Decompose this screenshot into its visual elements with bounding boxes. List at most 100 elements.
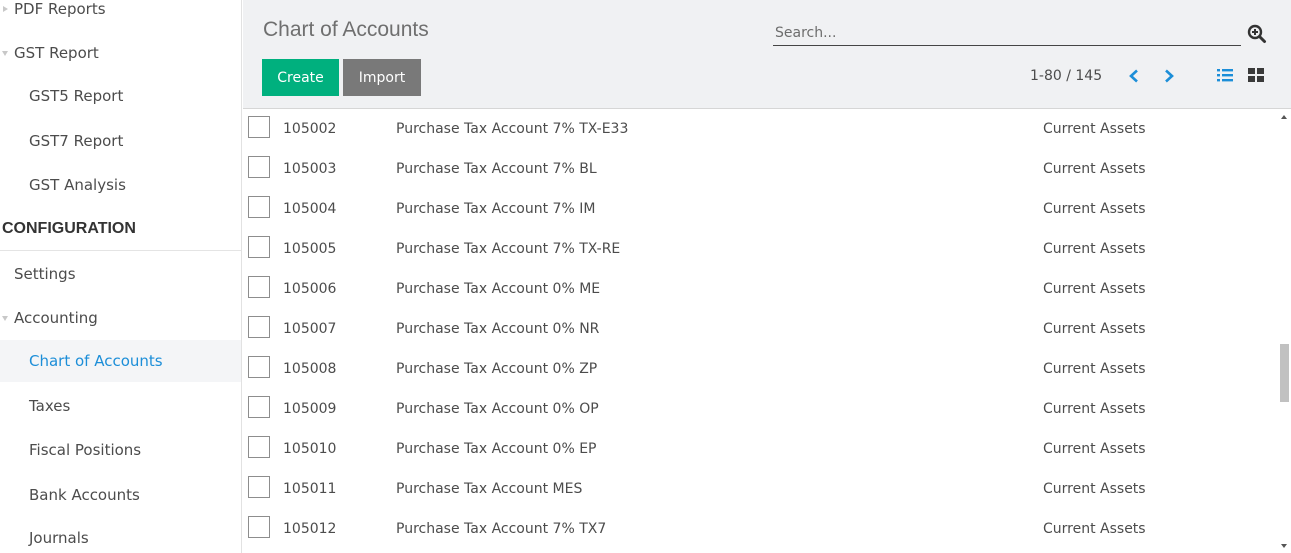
sidebar-item-gst7-report[interactable]: GST7 Report: [0, 121, 241, 161]
table-row[interactable]: 105009 Purchase Tax Account 0% OP Curren…: [243, 390, 1277, 430]
account-code: 105011: [283, 481, 337, 497]
sidebar-item-chart-of-accounts[interactable]: Chart of Accounts: [0, 340, 241, 382]
sidebar-item-bank-accounts[interactable]: Bank Accounts: [0, 475, 241, 515]
scroll-up-arrow-icon[interactable]: [1281, 115, 1287, 119]
sidebar-item-journals[interactable]: Journals: [0, 518, 241, 553]
account-code: 105005: [283, 241, 337, 257]
sidebar-item-label: GST Analysis: [29, 176, 126, 194]
row-checkbox[interactable]: [248, 476, 270, 498]
account-name: Purchase Tax Account 7% TX-RE: [396, 241, 621, 257]
table-row[interactable]: 105007 Purchase Tax Account 0% NR Curren…: [243, 310, 1277, 350]
page-title: Chart of Accounts: [263, 18, 429, 41]
sidebar-item-label: Accounting: [14, 309, 98, 327]
account-code: 105006: [283, 281, 337, 297]
account-code: 105009: [283, 401, 337, 417]
account-name: Purchase Tax Account 7% BL: [396, 161, 597, 177]
account-name: Purchase Tax Account 0% ZP: [396, 361, 598, 377]
sidebar-item-gst-report[interactable]: GST Report: [0, 33, 241, 73]
account-type: Current Assets: [1043, 401, 1146, 417]
account-code: 105002: [283, 121, 337, 137]
create-button[interactable]: Create: [262, 59, 339, 96]
caret-down-icon: [2, 315, 8, 321]
table-row[interactable]: 105008 Purchase Tax Account 0% ZP Curren…: [243, 350, 1277, 390]
control-panel: Chart of Accounts Create Import 1-80 / 1…: [243, 0, 1291, 109]
sidebar-item-accounting[interactable]: Accounting: [0, 298, 241, 338]
row-checkbox[interactable]: [248, 356, 270, 378]
account-name: Purchase Tax Account 0% ME: [396, 281, 601, 297]
account-type: Current Assets: [1043, 441, 1146, 457]
caret-down-icon: [2, 50, 8, 56]
account-name: Purchase Tax Account 0% NR: [396, 321, 600, 337]
account-code: 105008: [283, 361, 337, 377]
row-checkbox[interactable]: [248, 436, 270, 458]
sidebar-item-settings[interactable]: Settings: [0, 254, 241, 294]
row-checkbox[interactable]: [248, 236, 270, 258]
row-checkbox[interactable]: [248, 196, 270, 218]
account-name: Purchase Tax Account 7% TX7: [396, 521, 607, 537]
account-type: Current Assets: [1043, 201, 1146, 217]
scrollbar-thumb[interactable]: [1280, 344, 1289, 402]
sidebar-item-label: Taxes: [29, 397, 71, 415]
sidebar-item-gst-analysis[interactable]: GST Analysis: [0, 165, 241, 205]
sidebar-item-label: Journals: [29, 529, 89, 547]
account-type: Current Assets: [1043, 361, 1146, 377]
row-checkbox[interactable]: [248, 276, 270, 298]
table-row[interactable]: 105012 Purchase Tax Account 7% TX7 Curre…: [243, 510, 1277, 550]
account-code: 105010: [283, 441, 337, 457]
sidebar-item-label: Bank Accounts: [29, 486, 140, 504]
scroll-down-arrow-icon[interactable]: [1281, 544, 1287, 548]
row-checkbox[interactable]: [248, 316, 270, 338]
account-name: Purchase Tax Account 7% TX-E33: [396, 121, 629, 137]
account-type: Current Assets: [1043, 121, 1146, 137]
import-button[interactable]: Import: [343, 59, 421, 96]
sidebar-item-gst5-report[interactable]: GST5 Report: [0, 76, 241, 116]
account-code: 105003: [283, 161, 337, 177]
sidebar-item-label: Chart of Accounts: [29, 352, 163, 370]
table-row[interactable]: 105003 Purchase Tax Account 7% BL Curren…: [243, 150, 1277, 190]
list-view-icon[interactable]: [1216, 66, 1234, 84]
account-name: Purchase Tax Account 0% EP: [396, 441, 597, 457]
account-type: Current Assets: [1043, 241, 1146, 257]
row-checkbox[interactable]: [248, 116, 270, 138]
chevron-right-icon[interactable]: [1160, 66, 1178, 86]
sidebar-item-label: GST7 Report: [29, 132, 124, 150]
table-row[interactable]: 105005 Purchase Tax Account 7% TX-RE Cur…: [243, 230, 1277, 270]
sidebar-item-label: PDF Reports: [14, 0, 106, 18]
table-row[interactable]: 105002 Purchase Tax Account 7% TX-E33 Cu…: [243, 110, 1277, 150]
account-code: 105012: [283, 521, 337, 537]
sidebar-item-label: GST5 Report: [29, 87, 124, 105]
account-type: Current Assets: [1043, 521, 1146, 537]
sidebar-item-label: Settings: [14, 265, 76, 283]
table-row[interactable]: 105006 Purchase Tax Account 0% ME Curren…: [243, 270, 1277, 310]
caret-right-icon: [3, 6, 8, 12]
row-checkbox[interactable]: [248, 396, 270, 418]
account-code: 105007: [283, 321, 337, 337]
account-type: Current Assets: [1043, 481, 1146, 497]
account-code: 105004: [283, 201, 337, 217]
search-plus-icon[interactable]: [1247, 24, 1267, 44]
account-name: Purchase Tax Account MES: [396, 481, 583, 497]
search-bar: [773, 22, 1241, 46]
sidebar-item-pdf-reports[interactable]: PDF Reports: [0, 0, 241, 29]
sidebar-section-configuration: CONFIGURATION: [0, 207, 241, 251]
account-name: Purchase Tax Account 0% OP: [396, 401, 599, 417]
row-checkbox[interactable]: [248, 156, 270, 178]
table-row[interactable]: 105010 Purchase Tax Account 0% EP Curren…: [243, 430, 1277, 470]
accounts-list: 105002 Purchase Tax Account 7% TX-E33 Cu…: [243, 110, 1277, 553]
account-type: Current Assets: [1043, 161, 1146, 177]
kanban-view-icon[interactable]: [1247, 66, 1265, 84]
table-row[interactable]: 105004 Purchase Tax Account 7% IM Curren…: [243, 190, 1277, 230]
chevron-left-icon[interactable]: [1125, 66, 1143, 86]
sidebar-item-taxes[interactable]: Taxes: [0, 386, 241, 426]
pager-value[interactable]: 1-80 / 145: [1030, 68, 1102, 84]
sidebar: PDF Reports GST Report GST5 Report GST7 …: [0, 0, 242, 553]
sidebar-item-fiscal-positions[interactable]: Fiscal Positions: [0, 430, 241, 470]
table-row[interactable]: 105011 Purchase Tax Account MES Current …: [243, 470, 1277, 510]
sidebar-item-label: GST Report: [14, 44, 99, 62]
account-name: Purchase Tax Account 7% IM: [396, 201, 596, 217]
row-checkbox[interactable]: [248, 516, 270, 538]
search-input[interactable]: [773, 22, 1241, 44]
account-type: Current Assets: [1043, 281, 1146, 297]
sidebar-item-label: Fiscal Positions: [29, 441, 142, 459]
list-scrollbar[interactable]: [1277, 110, 1291, 553]
